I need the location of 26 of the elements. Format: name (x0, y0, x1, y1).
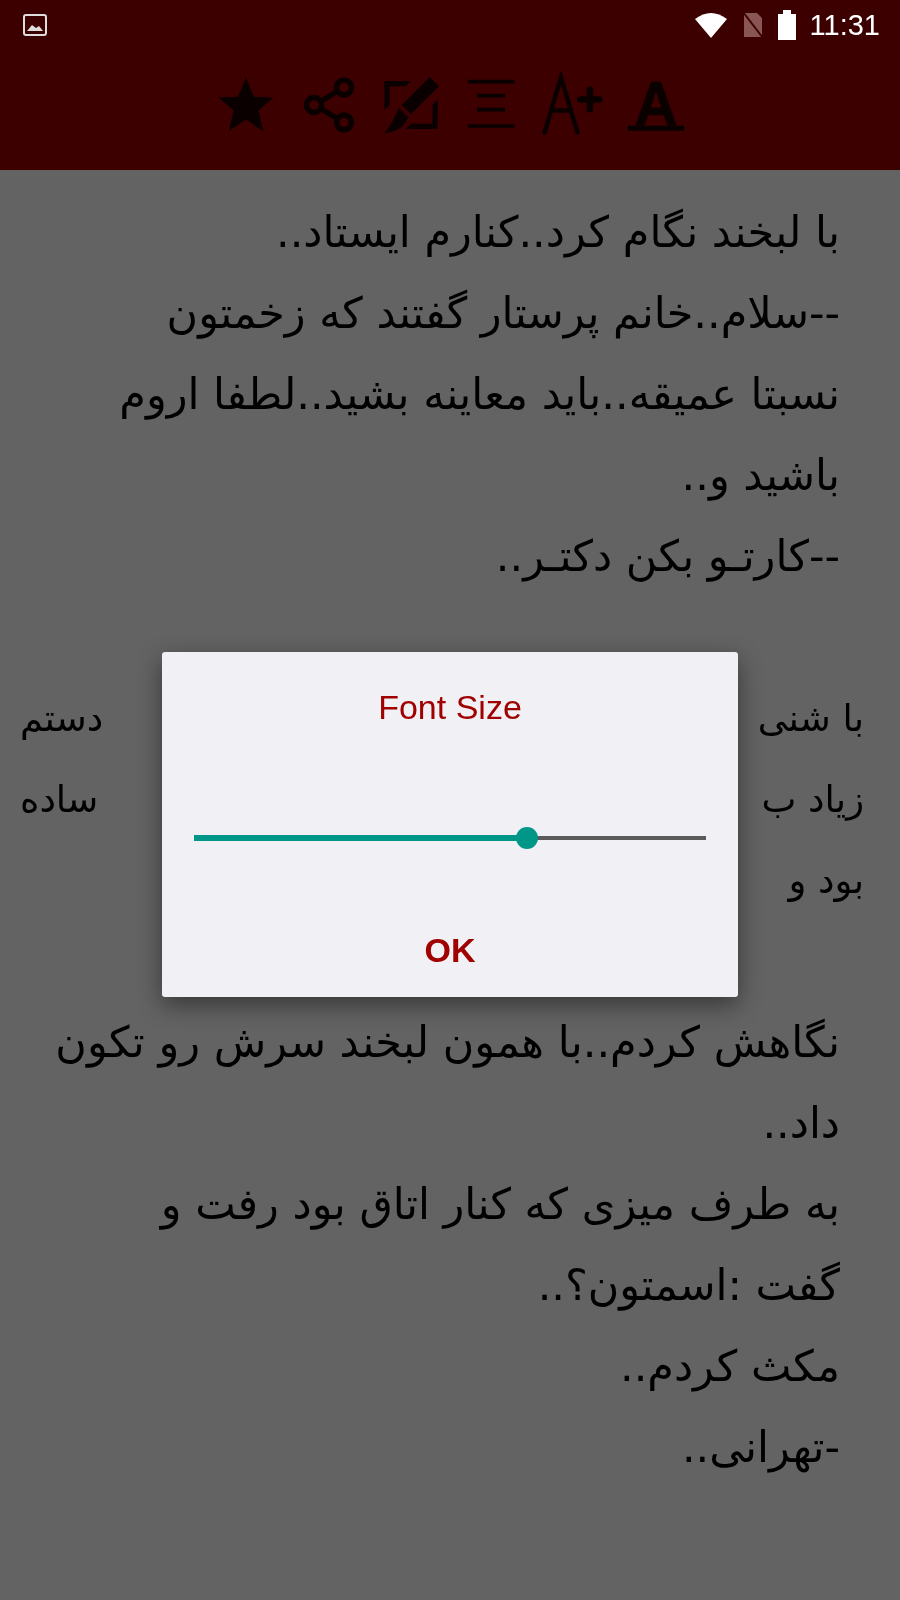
ok-button[interactable]: OK (408, 925, 492, 976)
font-size-slider[interactable] (194, 825, 706, 851)
story-text-line: دستم (20, 696, 104, 742)
story-text-line: با شنی (757, 696, 864, 742)
story-text-line: --کارتـو بکن دکتـر.. (494, 530, 840, 584)
story-text-line: زیاد ب (761, 777, 864, 823)
story-text-line: به طرف میزی که کنار اتاق بود رفت و (158, 1178, 840, 1232)
story-text-line: -تهرانی.. (680, 1421, 840, 1475)
font-increase-icon[interactable] (539, 72, 605, 138)
story-text-line: مکث کردم.. (619, 1340, 840, 1394)
dialog-title: Font Size (378, 688, 522, 727)
no-sim-icon (741, 11, 764, 39)
story-text-line: نگاهش کردم..با همون لبخند سرش رو تکون (54, 1016, 840, 1070)
story-text-line: باشید و.. (680, 449, 840, 503)
story-text-line: بود و (788, 858, 864, 904)
story-text-line: گفت :اسمتون؟.. (536, 1259, 840, 1313)
battery-icon (777, 10, 796, 40)
wifi-icon (693, 12, 728, 38)
clock-time: 11:31 (809, 8, 880, 42)
story-text-line: با لبخند نگام کرد..کنارم ایستاد.. (274, 206, 840, 260)
slider-thumb[interactable] (515, 827, 538, 849)
story-text-line: ساده (20, 777, 99, 823)
story-text-line: داد.. (761, 1097, 840, 1150)
image-icon (22, 13, 48, 37)
story-text-line: نسبتا عمیقه..باید معاینه بشید..لطفا اروم (118, 368, 840, 422)
story-text-line: --سلام..خانم پرستار گفتند که زخمتون (165, 287, 840, 341)
